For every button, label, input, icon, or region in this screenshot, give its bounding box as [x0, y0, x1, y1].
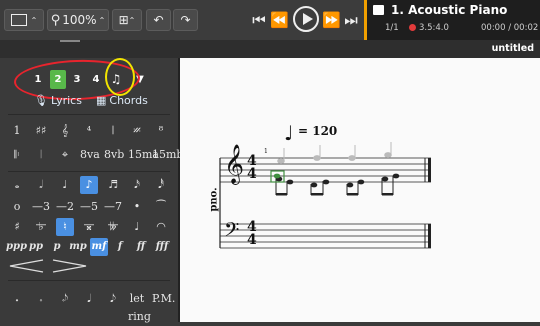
tuplet-cell-2[interactable]: —2—	[56, 198, 74, 231]
rewind-start-icon[interactable]: ⏮	[252, 6, 266, 34]
accidental-cell-6[interactable]: ◠	[152, 218, 170, 236]
view-mode-icon	[10, 14, 27, 26]
tuplet-cell-4[interactable]: —7—	[104, 198, 122, 231]
duration-cell-0[interactable]: 𝅝	[8, 176, 26, 194]
ottava-cell-4[interactable]: 8vb	[104, 146, 124, 164]
ottava-cell-5[interactable]: 15ma	[128, 146, 159, 164]
accidental-cell-3[interactable]: 𝄪	[80, 218, 98, 236]
fingering-cell-6[interactable]: ⁸	[152, 122, 170, 140]
fingering-cell-0[interactable]: 1	[8, 122, 26, 140]
dynamic-cell-0[interactable]: ppp	[6, 238, 27, 256]
ottava-cell-3[interactable]: 8va	[80, 146, 100, 164]
time-sig-bottom-bass: 4	[247, 232, 257, 248]
microphone-icon: 🎙	[34, 93, 48, 107]
crescendo-hairpin-icon[interactable]	[8, 258, 88, 274]
accidental-cell-5[interactable]: ♩	[128, 218, 146, 236]
palette-divider	[8, 280, 170, 281]
record-icon	[409, 24, 416, 31]
palette-divider	[8, 171, 170, 172]
skip-end-icon[interactable]: ⏭	[344, 6, 358, 34]
ornament-cell-2[interactable]: 𝆹𝅥𝅮	[56, 290, 74, 308]
ornament-cell-4[interactable]: 𝅘𝅥𝅮	[104, 290, 122, 308]
ornament-cell-3[interactable]: 𝅘𝅥	[80, 290, 98, 308]
ornament-cell-1[interactable]: 𝆹	[32, 290, 50, 308]
palette-divider	[8, 114, 170, 115]
chevron-updown-icon: ⌃	[30, 15, 38, 25]
tab-indicator	[60, 40, 80, 42]
accidental-cell-0[interactable]: ♯	[8, 218, 26, 236]
layout-button[interactable]: ⊞ ⌃	[112, 9, 142, 31]
fingering-cell-2[interactable]: 𝄞	[56, 122, 74, 140]
chords-label: Chords	[109, 93, 148, 107]
fingering-cell-5[interactable]: 𝄏	[128, 122, 146, 140]
chevron-updown-icon: ⌃	[98, 15, 106, 25]
redo-icon: ↷	[180, 13, 191, 27]
bass-clef-icon: 𝄢	[224, 218, 240, 246]
lyrics-label: Lyrics	[50, 93, 82, 107]
accidental-cell-4[interactable]: 𝄫	[104, 218, 122, 236]
dynamic-cell-5[interactable]: f	[111, 238, 129, 256]
page-index: 1/1	[385, 23, 399, 33]
lyrics-button[interactable]: 🎙 Lyrics	[34, 91, 82, 109]
zoom-value: 100%	[62, 13, 97, 27]
fingering-cell-4[interactable]: 𝄁	[104, 122, 122, 140]
tuplet-cell-0[interactable]: ᴏ	[8, 198, 26, 216]
rewind-icon[interactable]: ⏪	[270, 6, 289, 34]
tuplet-cell-5[interactable]: •	[128, 198, 146, 216]
staff-system	[219, 142, 431, 249]
ornament-cell-0[interactable]: 𝆺	[8, 290, 26, 308]
ottava-cell-2[interactable]: ⌖	[56, 146, 74, 164]
tuplet-cell-6[interactable]: ⁀	[152, 198, 170, 216]
duration-cell-6[interactable]: 𝅘𝅥𝅰	[152, 176, 170, 194]
play-button[interactable]	[293, 6, 319, 32]
time-sig-bottom: 4	[247, 166, 257, 182]
grid-icon: ⊞	[118, 13, 129, 27]
dynamic-cell-3[interactable]: mp	[69, 238, 87, 256]
main-toolbar: ⌃ ⚲ 100% ⌃ ⊞ ⌃ ↶ ↷ ⏮ ⏪ ⏩ ⏭ 1. Acoustic P…	[0, 0, 540, 41]
undo-icon: ↶	[153, 13, 164, 27]
transport-display: 1. Acoustic Piano 1/1 3.5:4.0 00:00 / 00…	[364, 0, 540, 40]
fingering-cell-1[interactable]: ♯♯	[32, 122, 50, 140]
piano-icon	[373, 5, 384, 15]
chevron-updown-icon: ⌃	[128, 15, 136, 25]
duration-cell-4[interactable]: ♬	[104, 176, 122, 194]
fast-forward-icon[interactable]: ⏩	[322, 6, 341, 34]
ottava-cell-1[interactable]: 𝄀	[32, 146, 50, 164]
chords-button[interactable]: ▦ Chords	[96, 91, 148, 109]
dynamic-cell-2[interactable]: p	[48, 238, 66, 256]
document-title: untitled	[491, 43, 534, 54]
duration-cell-1[interactable]: 𝅗𝅥	[32, 176, 50, 194]
chord-grid-icon: ▦	[96, 93, 107, 107]
dynamic-cell-1[interactable]: pp	[27, 238, 45, 256]
ottava-cell-0[interactable]: 𝄆	[8, 146, 26, 164]
accidental-cell-2[interactable]: ♮	[56, 218, 74, 236]
duration-cell-5[interactable]: 𝅘𝅥𝅯	[128, 176, 146, 194]
duration-cell-3[interactable]: ♪	[80, 176, 98, 194]
redo-button[interactable]: ↷	[173, 9, 198, 31]
ottava-cell-6[interactable]: 15mb	[152, 146, 183, 164]
fingering-cell-3[interactable]: ⁴	[80, 122, 98, 140]
palette-panel: 1 2 3 4 ♫ ▼ 🎙 Lyrics ▦ Chords 1 ♯♯ 𝄞 ⁴ 𝄁 𝄏 ⁸ 𝄆…	[0, 57, 183, 323]
tuplet-cell-3[interactable]: —5—	[80, 198, 98, 231]
document-title-bar: untitled	[0, 40, 540, 58]
zoom-control[interactable]: ⚲ 100% ⌃	[47, 9, 109, 31]
ornament-cell-5[interactable]: let ring	[128, 290, 151, 323]
dynamic-cell-4[interactable]: mf	[90, 238, 108, 256]
track-title: 1. Acoustic Piano	[391, 3, 508, 17]
tuplet-cell-1[interactable]: —3—	[32, 198, 50, 231]
duration-cell-2[interactable]: ♩	[56, 176, 74, 194]
dynamic-cell-6[interactable]: ff	[132, 238, 150, 256]
time-readout: 00:00 / 00:02	[481, 23, 539, 33]
magnifier-icon: ⚲	[50, 12, 61, 28]
treble-clef-icon: 𝄞	[224, 144, 245, 184]
accidental-cell-1[interactable]: ♭	[32, 218, 50, 236]
dynamic-cell-7[interactable]: fff	[153, 238, 171, 256]
view-mode-button[interactable]: ⌃	[4, 9, 44, 31]
undo-button[interactable]: ↶	[146, 9, 171, 31]
position-readout: 3.5:4.0	[419, 23, 449, 33]
ornament-cell-6[interactable]: P.M.	[152, 290, 175, 308]
score-canvas[interactable]: ♩ = 120 pno. 1 𝄞 4 4 𝄢 4 4	[180, 58, 540, 322]
